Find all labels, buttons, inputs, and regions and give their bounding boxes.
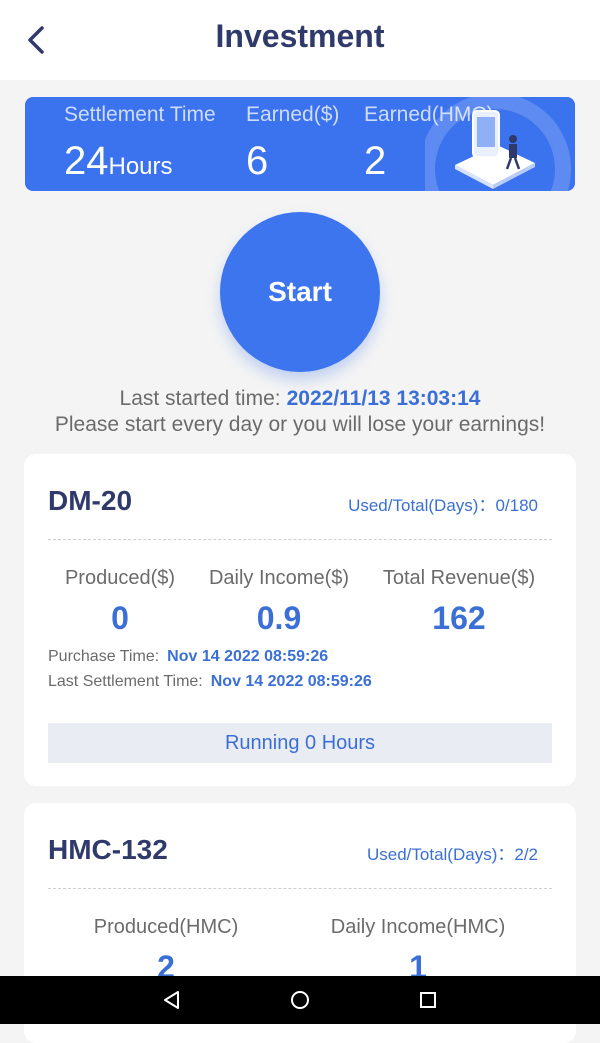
settlement-time-unit: Hours: [108, 153, 173, 180]
last-started-label: Last started time:: [119, 387, 281, 410]
nav-home-button[interactable]: [288, 988, 312, 1012]
settlement-time-value: 24Hours: [64, 139, 173, 183]
days-value: 0/180: [495, 496, 538, 515]
start-button[interactable]: Start: [220, 212, 380, 372]
days-label: Used/Total(Days)：: [348, 496, 496, 515]
last-started-row: Last started time: 2022/11/13 13:03:14: [0, 387, 600, 411]
running-status-bar: Running 0 Hours: [48, 723, 552, 763]
earned-usd-label: Earned($): [246, 103, 340, 126]
nav-recents-icon: [420, 992, 436, 1008]
stat-value: 162: [432, 600, 486, 636]
daily-income-stat: Daily Income($) 0.9: [199, 567, 359, 637]
earned-hmc-value: 2: [364, 139, 387, 183]
earnings-banner: Settlement Time 24Hours Earned($) 6 Earn…: [25, 97, 575, 191]
last-settlement-label: Last Settlement Time:: [48, 673, 203, 690]
page-title: Investment: [215, 18, 385, 54]
nav-home-icon: [291, 991, 309, 1009]
stat-label: Daily Income($): [208, 567, 350, 589]
stat-label: Total Revenue($): [382, 567, 536, 589]
last-started-value: 2022/11/13 13:03:14: [286, 387, 481, 410]
divider: [48, 539, 552, 540]
card-title: DM-20: [48, 485, 133, 516]
produced-stat: Produced($) 0: [40, 567, 200, 637]
purchase-time-label: Purchase Time:: [48, 648, 160, 665]
days-value: 2/2: [514, 845, 538, 864]
purchase-time-value: Nov 14 2022 08:59:26: [167, 648, 329, 665]
businessman-illustration-icon: [425, 97, 571, 191]
settlement-time-label: Settlement Time: [64, 103, 216, 126]
total-revenue-stat: Total Revenue($) 162: [379, 567, 539, 637]
product-card-dm-20: DM-20 Used/Total(Days)：0/180 Produced($)…: [24, 454, 576, 786]
stat-value: 0: [111, 600, 129, 636]
system-navigation-bar: [0, 976, 600, 1024]
days-label: Used/Total(Days)：: [366, 845, 515, 864]
app-header: Investment: [0, 0, 600, 80]
stat-label: Produced(HMC): [93, 916, 239, 938]
nav-recents-button[interactable]: [416, 988, 440, 1012]
earned-usd-value: 6: [246, 139, 269, 183]
last-settlement-row: Last Settlement Time: Nov 14 2022 08:59:2…: [48, 673, 372, 691]
card-days: Used/Total(Days)：2/2: [367, 840, 538, 865]
purchase-time-row: Purchase Time: Nov 14 2022 08:59:26: [48, 648, 328, 666]
stat-label: Produced($): [64, 567, 176, 589]
nav-back-button[interactable]: [160, 988, 184, 1012]
card-title: HMC-132: [48, 834, 168, 865]
divider: [48, 888, 552, 889]
card-days: Used/Total(Days)：0/180: [348, 491, 538, 516]
nav-back-icon: [164, 991, 179, 1009]
stat-value: 0.9: [256, 600, 302, 636]
daily-start-warning: Please start every day or you will lose …: [54, 413, 546, 436]
last-settlement-value: Nov 14 2022 08:59:26: [210, 673, 372, 690]
stat-label: Daily Income(HMC): [330, 916, 506, 938]
